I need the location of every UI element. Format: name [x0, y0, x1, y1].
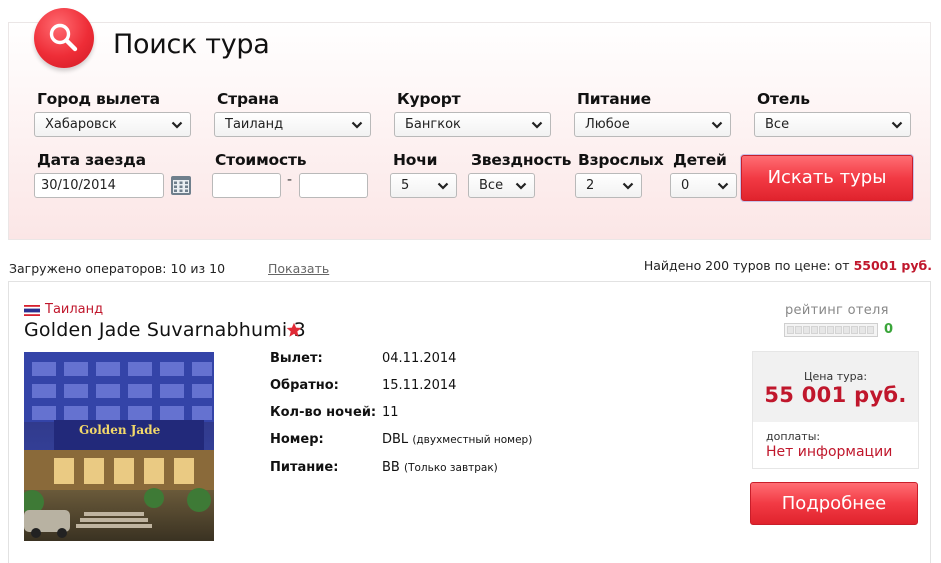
meal-select[interactable]: Любое [574, 112, 731, 137]
hotel-sign-text: Golden Jade [79, 423, 161, 437]
star-icon [286, 322, 302, 337]
detail-value-meal: BB (Только завтрак) [382, 460, 498, 475]
cost-label: Стоимость [215, 151, 307, 169]
hotel-select-value: Все [765, 117, 790, 132]
resort-select[interactable]: Бангкок [394, 112, 551, 137]
hotel-select[interactable]: Все [754, 112, 911, 137]
cost-from-input[interactable] [212, 173, 281, 198]
details-button[interactable]: Подробнее [750, 482, 918, 525]
stars-select-value: Все [479, 178, 504, 193]
adults-label: Взрослых [578, 151, 664, 169]
detail-value-departure: 04.11.2014 [382, 351, 457, 366]
children-select-value: 0 [681, 178, 690, 193]
meal-note: (Только завтрак) [403, 462, 498, 474]
search-logo-icon [34, 8, 94, 68]
chevron-down-icon [711, 121, 723, 129]
extra-payments-value: Нет информации [766, 444, 893, 460]
nights-select-value: 5 [401, 178, 410, 193]
show-operators-link[interactable]: Показать [268, 261, 329, 276]
meal-label: Питание [577, 90, 651, 108]
found-tours-price: 55001 руб. [853, 258, 932, 273]
hotel-rating-bar [784, 323, 878, 337]
detail-value-room: DBL (двухместный номер) [382, 432, 532, 447]
nights-select[interactable]: 5 [390, 173, 457, 198]
detail-value-nights: 11 [382, 405, 399, 420]
found-tours-text: Найдено 200 туров по цене: от 55001 руб. [644, 258, 932, 273]
room-note: (двухместный номер) [412, 434, 533, 446]
hotel-label: Отель [757, 90, 810, 108]
city-label: Город вылета [37, 90, 160, 108]
found-tours-label: Найдено 200 туров по цене: от [643, 258, 850, 273]
hotel-rating-label: рейтинг отеля [785, 303, 889, 318]
search-tours-button[interactable]: Искать туры [741, 155, 913, 201]
stars-label: Звездность [471, 151, 572, 169]
price-label: Цена тура: [803, 370, 868, 383]
extra-payments-label: доплаты: [766, 430, 821, 443]
chevron-down-icon [351, 121, 363, 129]
children-label: Детей [673, 151, 727, 169]
detail-label-meal: Питание: [270, 460, 339, 475]
thailand-flag-icon [24, 305, 40, 316]
date-input[interactable]: 30/10/2014 [34, 173, 164, 198]
cost-dash: - [287, 172, 293, 188]
chevron-down-icon [717, 182, 729, 190]
chevron-down-icon [891, 121, 903, 129]
city-select[interactable]: Хабаровск [34, 112, 191, 137]
resort-label: Курорт [397, 90, 461, 108]
detail-label-room: Номер: [270, 432, 324, 447]
calendar-icon[interactable] [170, 174, 192, 196]
date-label: Дата заезда [37, 151, 146, 169]
hotel-photo[interactable]: Golden Jade [24, 352, 214, 541]
result-country: Таиланд [45, 302, 104, 317]
price-value: 55 001 руб. [764, 383, 907, 407]
hotel-rating-value: 0 [884, 322, 894, 337]
chevron-down-icon [531, 121, 543, 129]
hotel-name-link[interactable]: Golden Jade Suvarnabhumi 3 [24, 319, 306, 341]
country-select[interactable]: Таиланд [214, 112, 371, 137]
page-title: Поиск тура [113, 29, 270, 60]
adults-select-value: 2 [586, 178, 595, 193]
detail-label-return: Обратно: [270, 378, 339, 393]
operators-loaded-text: Загружено операторов: 10 из 10 [9, 261, 226, 276]
children-select[interactable]: 0 [670, 173, 737, 198]
stars-select[interactable]: Все [468, 173, 535, 198]
resort-select-value: Бангкок [405, 117, 461, 132]
detail-value-return: 15.11.2014 [382, 378, 457, 393]
country-select-value: Таиланд [225, 117, 284, 132]
detail-label-nights: Кол-во ночей: [270, 405, 377, 420]
adults-select[interactable]: 2 [575, 173, 642, 198]
meal-select-value: Любое [585, 117, 630, 132]
chevron-down-icon [437, 182, 449, 190]
city-select-value: Хабаровск [45, 117, 117, 132]
detail-label-departure: Вылет: [270, 351, 323, 366]
cost-to-input[interactable] [299, 173, 368, 198]
country-label: Страна [217, 90, 279, 108]
chevron-down-icon [171, 121, 183, 129]
nights-label: Ночи [393, 151, 438, 169]
chevron-down-icon [515, 182, 527, 190]
chevron-down-icon [622, 182, 634, 190]
meal-code: BB [382, 460, 400, 475]
room-code: DBL [382, 432, 409, 447]
